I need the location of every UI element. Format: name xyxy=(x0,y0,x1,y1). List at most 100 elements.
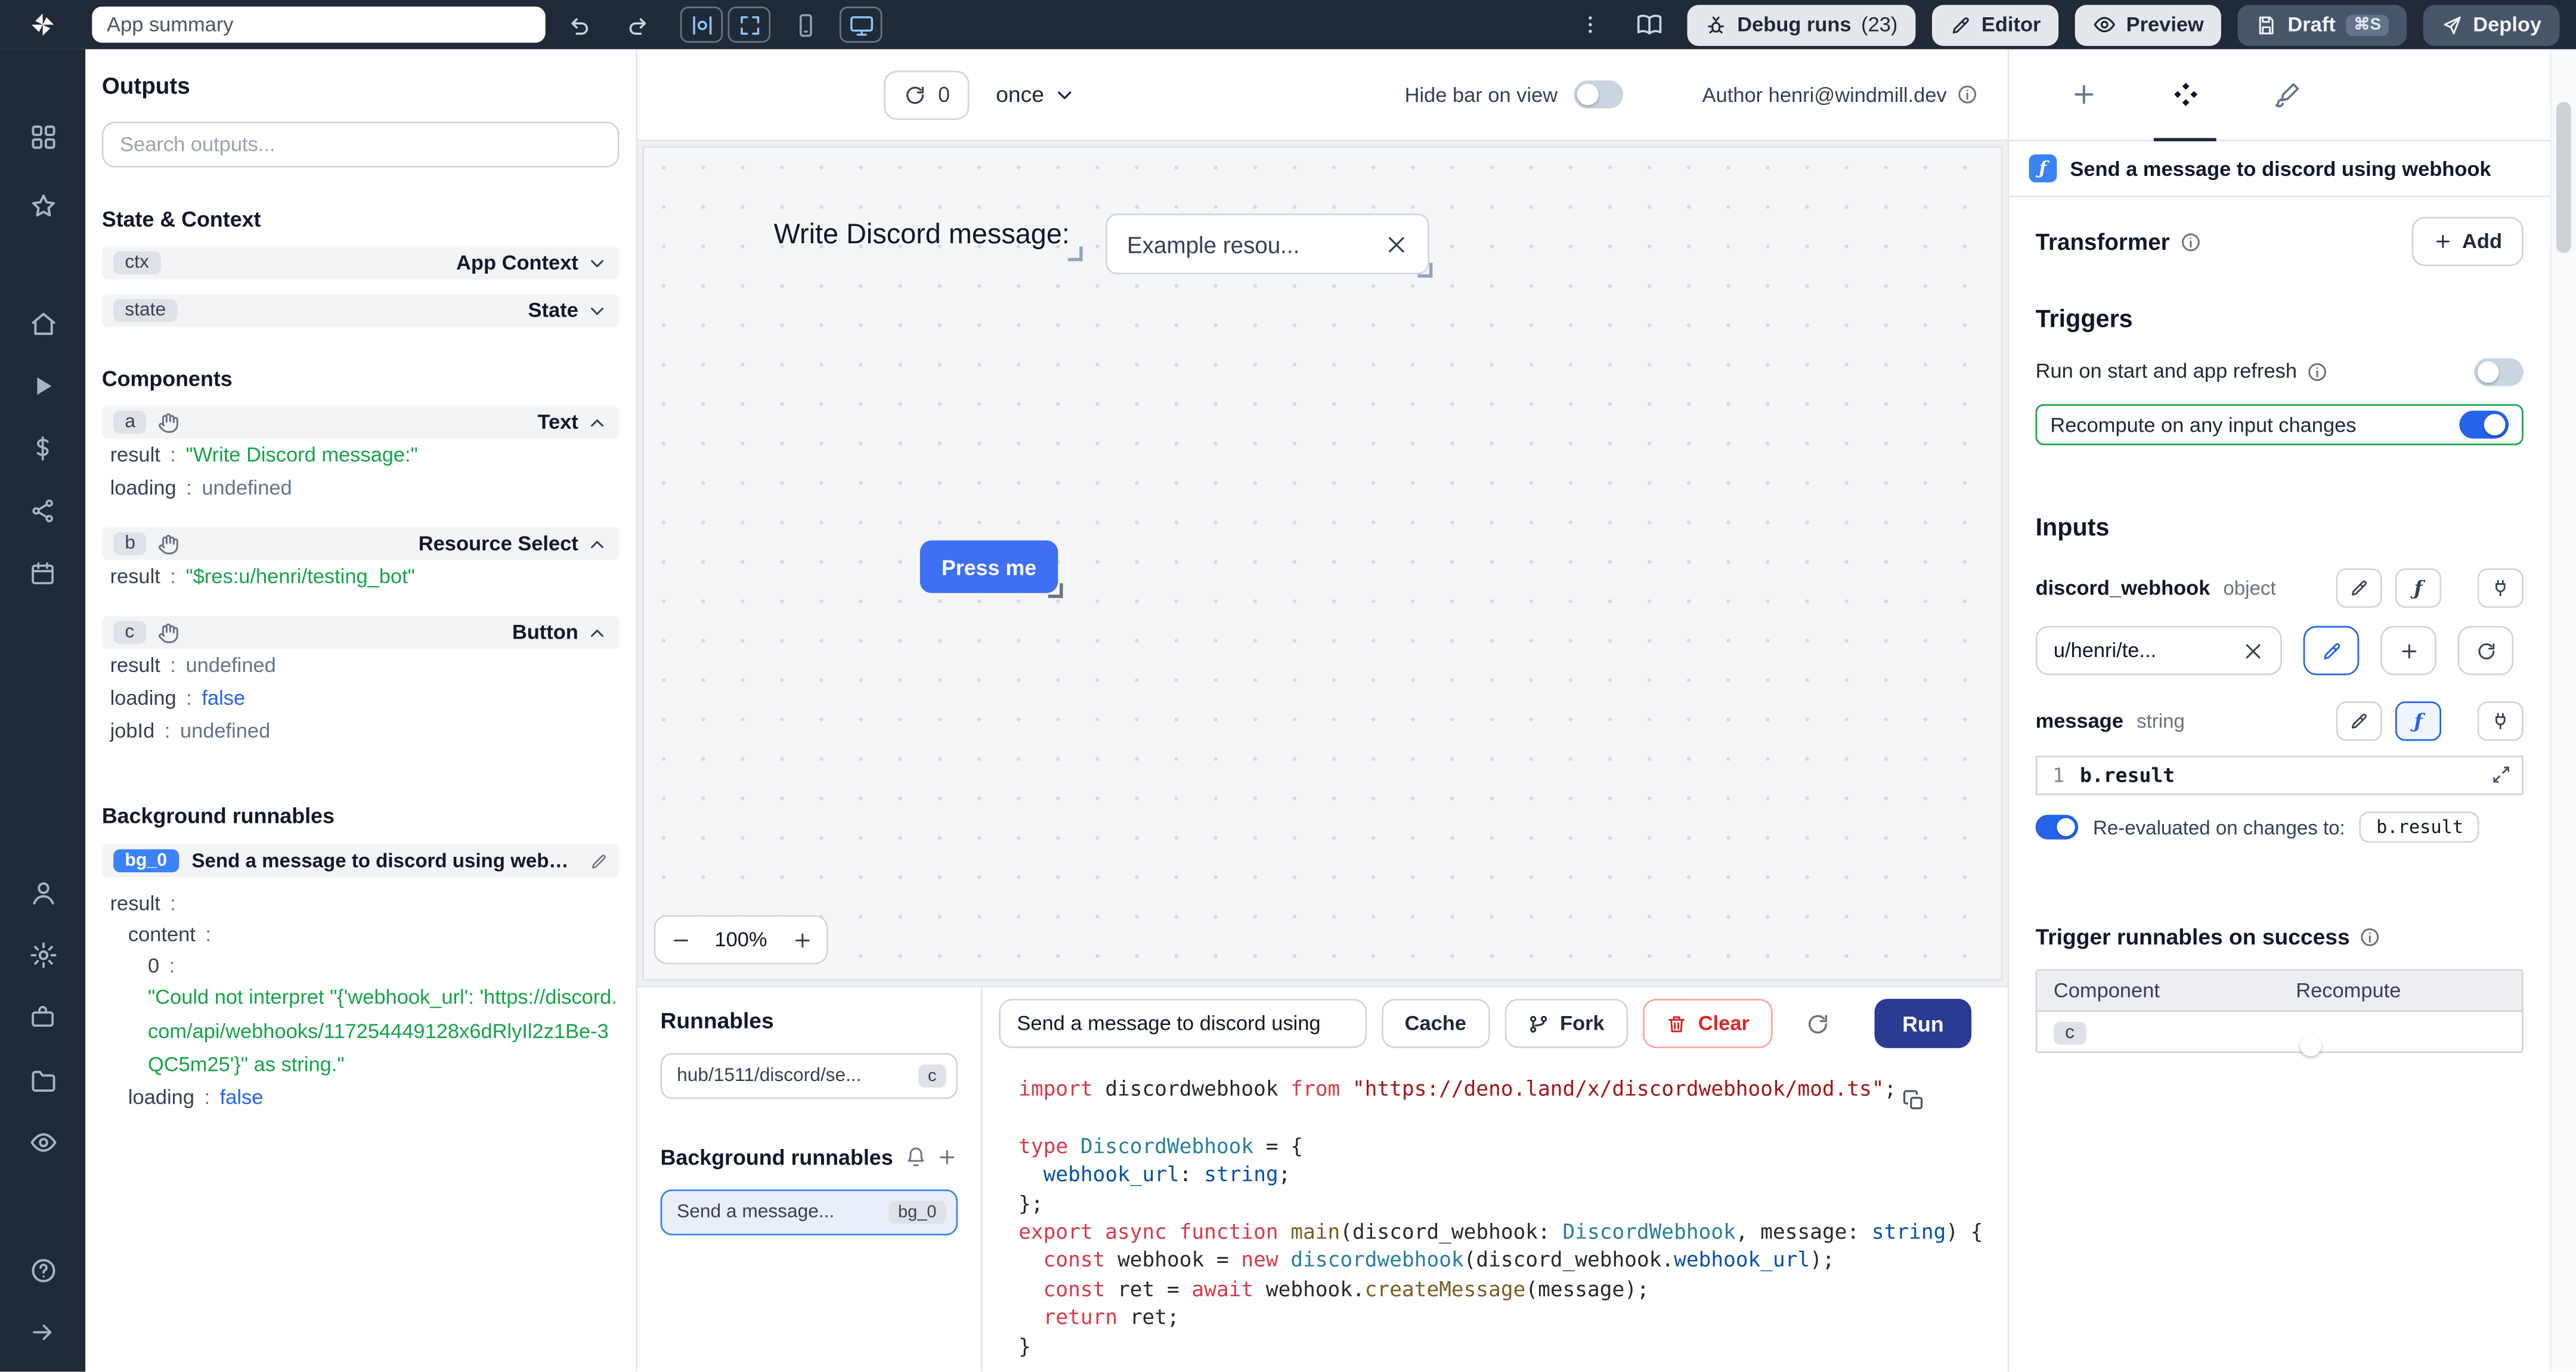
resize-handle[interactable] xyxy=(1418,263,1433,278)
info-icon[interactable] xyxy=(1956,84,1978,106)
clear-button[interactable]: Clear xyxy=(1642,999,1772,1048)
fork-button[interactable]: Fork xyxy=(1504,999,1627,1048)
help-icon[interactable] xyxy=(13,1245,72,1294)
search-outputs-input[interactable] xyxy=(102,122,620,168)
resource-picker-input[interactable]: u/henri/te... xyxy=(2036,626,2282,676)
expand-icon[interactable] xyxy=(2491,764,2512,785)
chevron-up-icon[interactable] xyxy=(587,411,608,433)
background-runnable-row[interactable]: bg_0 Send a message to discord using web… xyxy=(102,844,620,877)
app-summary-input[interactable] xyxy=(92,7,545,43)
insert-tab[interactable] xyxy=(2032,49,2134,140)
user-icon[interactable] xyxy=(13,868,72,917)
preview-button[interactable]: Preview xyxy=(2075,4,2222,45)
audit-eye-icon[interactable] xyxy=(13,1117,72,1166)
info-icon[interactable] xyxy=(2307,361,2329,382)
favorites-star-icon[interactable] xyxy=(13,181,72,230)
runnable-item-hub[interactable]: hub/1511/discord/se... c xyxy=(661,1053,958,1099)
recompute-toggle[interactable] xyxy=(2459,411,2509,439)
javascript-expression-button[interactable]: ƒ xyxy=(2395,568,2441,608)
add-transformer-button[interactable]: Add xyxy=(2411,217,2524,267)
clear-x-icon[interactable] xyxy=(2243,640,2264,661)
right-scrollbar[interactable] xyxy=(2550,49,2576,1372)
state-row[interactable]: state State xyxy=(102,294,620,327)
styling-tab[interactable] xyxy=(2236,49,2338,140)
variables-icon[interactable] xyxy=(13,424,72,473)
reeval-toggle[interactable] xyxy=(2036,815,2079,840)
runs-icon[interactable] xyxy=(13,361,72,411)
zoom-out-button[interactable] xyxy=(655,916,705,962)
script-title-input[interactable]: Send a message to discord using xyxy=(999,999,1367,1048)
create-resource-button[interactable] xyxy=(2380,626,2436,676)
runnable-item-bg0[interactable]: Send a message... bg_0 xyxy=(661,1190,958,1235)
edit-resource-button[interactable] xyxy=(2303,626,2360,676)
chevron-down-icon[interactable] xyxy=(587,300,608,321)
reset-zoom-button[interactable] xyxy=(680,7,723,43)
connect-input-button[interactable] xyxy=(2478,568,2524,608)
reeval-dependency-chip[interactable]: b.result xyxy=(2360,812,2480,843)
home-icon[interactable] xyxy=(13,299,72,348)
interval-select[interactable]: once xyxy=(996,82,1075,107)
hide-bar-label: Hide bar on view xyxy=(1405,83,1558,106)
redo-button[interactable] xyxy=(614,7,657,43)
run-button[interactable]: Run xyxy=(1874,999,1971,1048)
chevron-down-icon[interactable] xyxy=(587,252,608,274)
component-a-header[interactable]: a Text xyxy=(102,406,620,439)
zoom-in-button[interactable] xyxy=(777,916,826,962)
chevron-up-icon[interactable] xyxy=(587,533,608,555)
hide-bar-toggle[interactable] xyxy=(1574,80,1624,109)
docs-button[interactable] xyxy=(1628,7,1671,43)
hand-pointer-icon[interactable] xyxy=(159,411,180,433)
refresh-count-button[interactable]: 0 xyxy=(884,70,970,119)
component-b-header[interactable]: b Resource Select xyxy=(102,527,620,560)
folders-icon[interactable] xyxy=(13,1055,72,1104)
reload-script-button[interactable] xyxy=(1794,999,1843,1048)
clear-x-icon[interactable] xyxy=(1385,233,1408,256)
refresh-resources-button[interactable] xyxy=(2458,626,2514,676)
settings-tab[interactable] xyxy=(2134,49,2236,140)
undo-button[interactable] xyxy=(559,7,602,43)
desktop-view-button[interactable] xyxy=(840,7,883,43)
app-canvas[interactable]: Write Discord message: Example resou... … xyxy=(637,141,2008,986)
debug-runs-button[interactable]: Debug runs (23) xyxy=(1688,4,1916,45)
ctx-row[interactable]: ctx App Context xyxy=(102,246,620,279)
mobile-view-button[interactable] xyxy=(784,7,826,43)
add-background-runnable-button[interactable] xyxy=(936,1147,958,1168)
connect-input-button[interactable] xyxy=(2478,701,2524,741)
bell-off-icon[interactable] xyxy=(905,1147,927,1168)
info-icon[interactable] xyxy=(2360,927,2381,948)
more-menu-button[interactable] xyxy=(1569,7,1612,43)
javascript-expression-button[interactable]: ƒ xyxy=(2395,701,2441,741)
apps-icon[interactable] xyxy=(13,112,72,161)
edit-runnable-icon[interactable] xyxy=(590,852,608,870)
component-a-type: Text xyxy=(538,411,578,434)
message-expression-editor[interactable]: 1 b.result xyxy=(2036,755,2524,795)
hand-pointer-icon[interactable] xyxy=(157,622,179,643)
run-on-start-toggle[interactable] xyxy=(2474,357,2524,385)
schedules-icon[interactable] xyxy=(13,549,72,598)
edit-static-button[interactable] xyxy=(2336,701,2382,741)
workers-icon[interactable] xyxy=(13,992,72,1042)
edit-static-button[interactable] xyxy=(2336,568,2382,608)
collapse-arrow-icon[interactable] xyxy=(13,1308,72,1357)
text-component[interactable]: Write Discord message: xyxy=(766,213,1078,256)
info-icon[interactable] xyxy=(2179,231,2201,252)
resize-handle[interactable] xyxy=(1068,246,1083,261)
fit-view-button[interactable] xyxy=(728,7,771,43)
copy-code-button[interactable] xyxy=(1899,1086,1929,1120)
chevron-up-icon[interactable] xyxy=(587,622,608,643)
deploy-button[interactable]: Deploy xyxy=(2424,4,2560,45)
resize-handle[interactable] xyxy=(1048,583,1063,598)
hand-pointer-icon[interactable] xyxy=(159,533,180,555)
resource-select-component[interactable]: Example resou... xyxy=(1106,213,1429,274)
press-me-button-component[interactable]: Press me xyxy=(920,540,1058,593)
canvas-grid[interactable]: Write Discord message: Example resou... … xyxy=(642,146,2002,981)
cache-button[interactable]: Cache xyxy=(1382,999,1490,1048)
windmill-logo-icon[interactable] xyxy=(20,5,66,44)
component-c-header[interactable]: c Button xyxy=(102,616,620,649)
resources-icon[interactable] xyxy=(13,487,72,536)
editor-button[interactable]: Editor xyxy=(1932,4,2058,45)
settings-gear-icon[interactable] xyxy=(13,930,72,979)
draft-button[interactable]: Draft ⌘S xyxy=(2238,4,2407,45)
scrollbar-thumb[interactable] xyxy=(2556,102,2571,253)
code-area[interactable]: import discordwebhook from "https://deno… xyxy=(983,1060,2008,1371)
